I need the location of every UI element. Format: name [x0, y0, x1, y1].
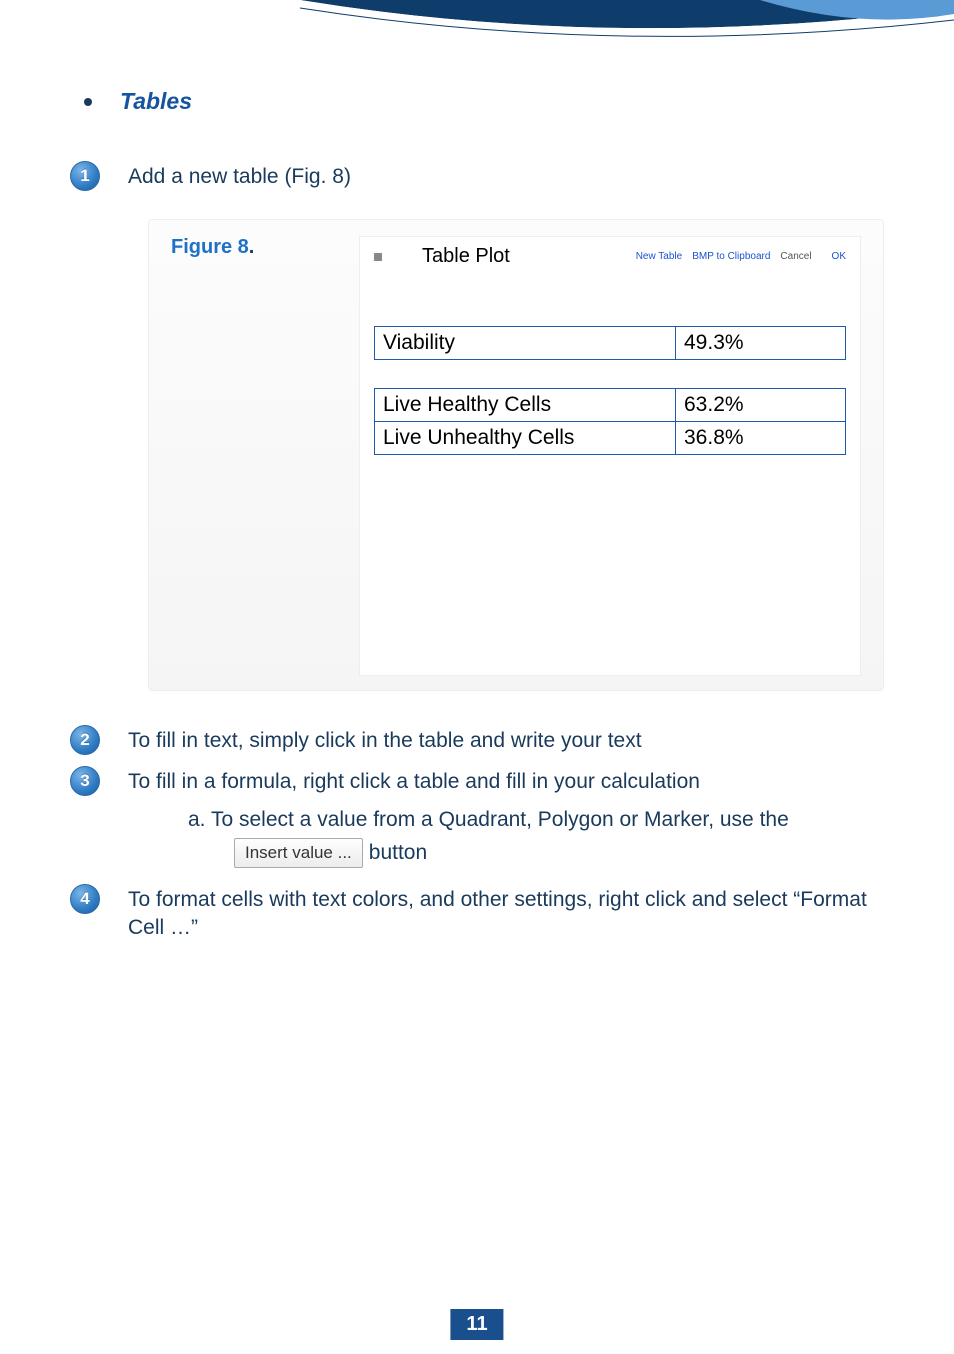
new-table-button[interactable]: New Table: [636, 251, 683, 262]
cell-label[interactable]: Live Unhealthy Cells: [375, 422, 676, 455]
step-4: 4 To format cells with text colors, and …: [70, 886, 884, 943]
inline-text: button: [369, 841, 427, 865]
step-number-badge: 2: [70, 725, 100, 755]
step-2: 2 To fill in text, simply click in the t…: [70, 727, 884, 755]
figure-label-text: Figure 8: [171, 236, 249, 258]
step-number-badge: 3: [70, 766, 100, 796]
cancel-button[interactable]: Cancel: [780, 251, 811, 262]
step-text: To format cells with text colors, and ot…: [128, 886, 884, 943]
step-number-badge: 4: [70, 884, 100, 914]
step-text: To fill in text, simply click in the tab…: [128, 727, 642, 755]
cell-value[interactable]: 36.8%: [676, 422, 846, 455]
cell-value[interactable]: 63.2%: [676, 389, 846, 422]
step-number-badge: 1: [70, 161, 100, 191]
insert-value-button[interactable]: Insert value ...: [234, 838, 363, 868]
figure-8: Figure 8. Table Plot New Table BMP to Cl…: [148, 219, 884, 691]
step-3: 3 To fill in a formula, right click a ta…: [70, 768, 884, 796]
step-1: 1 Add a new table (Fig. 8): [70, 163, 884, 191]
table-row: Viability 49.3%: [375, 327, 846, 360]
step-3a: a. To select a value from a Quadrant, Po…: [188, 808, 884, 832]
live-cells-table: Live Healthy Cells 63.2% Live Unhealthy …: [374, 388, 846, 455]
figure-label: Figure 8.: [171, 236, 351, 676]
tableplot-title: Table Plot: [422, 245, 510, 268]
bmp-clipboard-button[interactable]: BMP to Clipboard: [692, 251, 770, 262]
cell-label[interactable]: Viability: [375, 327, 676, 360]
step-text: Add a new table (Fig. 8): [128, 163, 351, 191]
grip-icon: [374, 253, 382, 261]
section-title: Tables: [120, 88, 192, 115]
header-swoosh: [0, 0, 954, 58]
step-3a-button-row: Insert value ... button: [234, 838, 884, 868]
viability-table: Viability 49.3%: [374, 326, 846, 360]
step-text: To fill in a formula, right click a tabl…: [128, 768, 700, 796]
bullet-icon: [84, 98, 92, 106]
table-row: Live Healthy Cells 63.2%: [375, 389, 846, 422]
tableplot-window: Table Plot New Table BMP to Clipboard Ca…: [359, 236, 861, 676]
section-header: Tables: [70, 88, 884, 115]
cell-label[interactable]: Live Healthy Cells: [375, 389, 676, 422]
cell-value[interactable]: 49.3%: [676, 327, 846, 360]
page-number: 11: [450, 1309, 503, 1340]
ok-button[interactable]: OK: [832, 251, 846, 262]
table-row: Live Unhealthy Cells 36.8%: [375, 422, 846, 455]
tableplot-toolbar: Table Plot New Table BMP to Clipboard Ca…: [374, 245, 846, 268]
